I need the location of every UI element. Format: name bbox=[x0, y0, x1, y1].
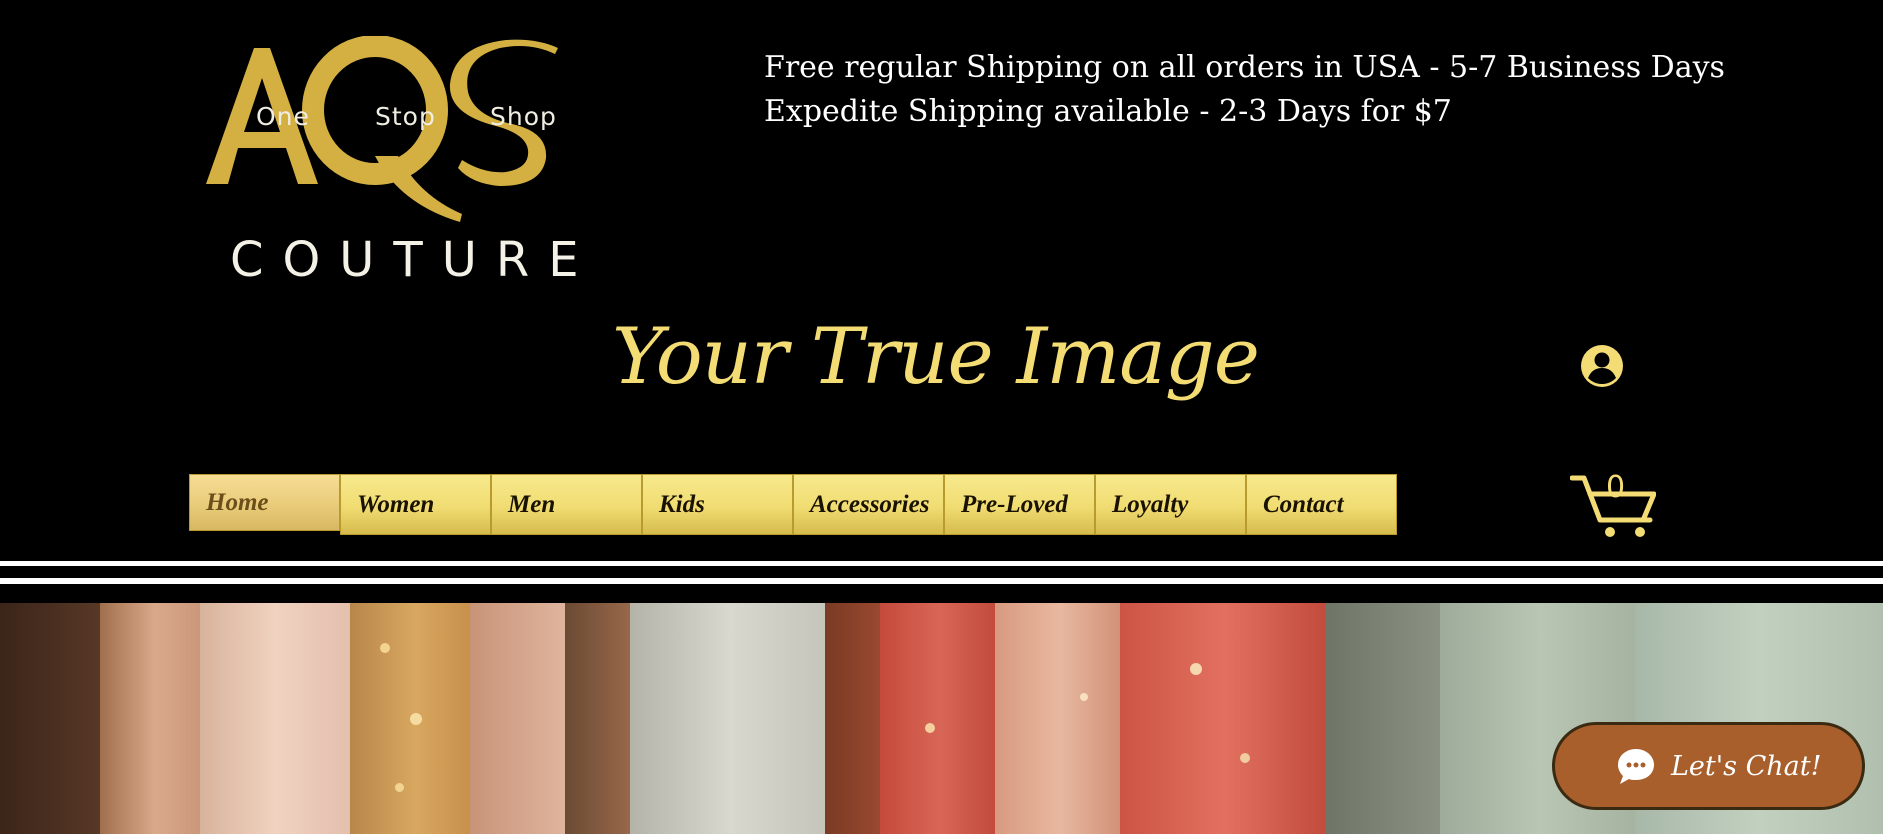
nav-item-pre-loved[interactable]: Pre-Loved bbox=[944, 474, 1095, 535]
logo-tagline-stop: Stop bbox=[375, 102, 436, 131]
nav-item-kids[interactable]: Kids bbox=[642, 474, 793, 535]
shipping-line-expedite: Expedite Shipping available - 2-3 Days f… bbox=[764, 94, 1452, 129]
nav-item-home[interactable]: Home bbox=[189, 474, 340, 531]
nav-item-men[interactable]: Men bbox=[491, 474, 642, 535]
cart-count: 0 bbox=[1606, 470, 1626, 505]
logo-tagline-shop: Shop bbox=[490, 102, 557, 131]
site-logo[interactable]: One Stop Shop COUTURE bbox=[200, 36, 579, 288]
nav-item-women[interactable]: Women bbox=[340, 474, 491, 535]
shipping-line-regular: Free regular Shipping on all orders in U… bbox=[764, 50, 1725, 85]
nav-item-loyalty[interactable]: Loyalty bbox=[1095, 474, 1246, 535]
page-tagline: Your True Image bbox=[612, 312, 1260, 402]
chat-button[interactable]: Let's Chat! bbox=[1552, 722, 1865, 810]
divider-line bbox=[0, 561, 1883, 566]
user-account-icon[interactable] bbox=[1580, 344, 1624, 388]
cart-button[interactable]: 0 bbox=[1569, 470, 1657, 540]
site-header: One Stop Shop COUTURE Free regular Shipp… bbox=[0, 0, 1883, 603]
logo-tagline-one: One bbox=[256, 102, 310, 131]
logo-wordmark: COUTURE bbox=[230, 232, 598, 288]
chat-bubble-icon bbox=[1618, 749, 1654, 784]
nav-item-accessories[interactable]: Accessories bbox=[793, 474, 944, 535]
main-navigation: Home Women Men Kids Accessories Pre-Love… bbox=[189, 474, 1397, 537]
chat-label: Let's Chat! bbox=[1671, 750, 1822, 782]
divider-line bbox=[0, 578, 1883, 584]
shipping-info: Free regular Shipping on all orders in U… bbox=[764, 46, 1725, 134]
nav-item-contact[interactable]: Contact bbox=[1246, 474, 1397, 535]
